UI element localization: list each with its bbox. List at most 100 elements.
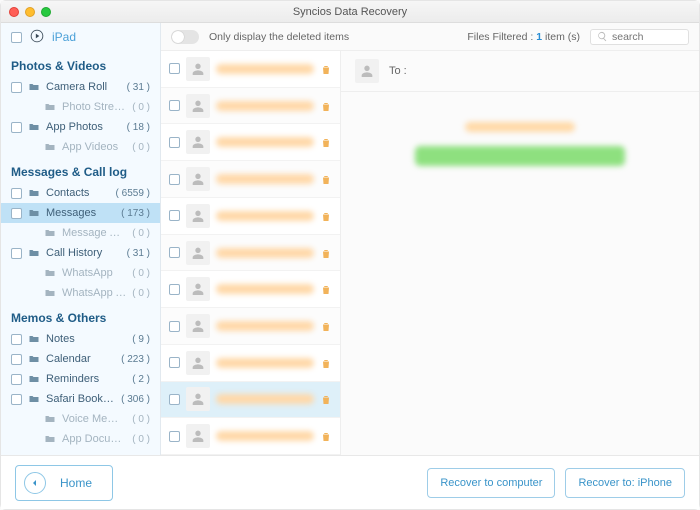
msg-checkbox[interactable] [169,137,180,148]
row-checkbox[interactable] [11,354,22,365]
message-list-item[interactable] [161,271,340,308]
filter-bar: Only display the deleted items Files Fil… [161,23,699,51]
avatar-icon [186,351,210,375]
sidebar-item[interactable]: App Document ( 0 ) [1,429,160,449]
sidebar-item[interactable]: Calendar ( 223 ) [1,349,160,369]
msg-checkbox[interactable] [169,394,180,405]
sidebar-item[interactable]: WhatsApp ( 0 ) [1,263,160,283]
msg-checkbox[interactable] [169,247,180,258]
msg-preview-redacted [216,211,314,221]
row-label: Camera Roll [46,81,121,93]
sidebar-item[interactable]: Notes ( 9 ) [1,329,160,349]
row-label: Message Attach... [62,227,126,239]
msg-checkbox[interactable] [169,174,180,185]
msg-checkbox[interactable] [169,100,180,111]
trash-icon [320,100,332,112]
row-count: ( 2 ) [132,374,150,385]
trash-icon [320,393,332,405]
search-box[interactable] [590,29,689,45]
sidebar-item[interactable]: Messages ( 173 ) [1,203,160,223]
sidebar-item[interactable]: Message Attach... ( 0 ) [1,223,160,243]
msg-checkbox[interactable] [169,321,180,332]
row-icon [44,267,56,279]
row-checkbox[interactable] [11,208,22,219]
home-button[interactable]: Home [15,465,113,501]
section-header: Messages & Call log [1,157,160,183]
message-list [161,51,341,455]
message-list-item[interactable] [161,88,340,125]
avatar-icon [186,204,210,228]
message-list-item[interactable] [161,418,340,455]
row-count: ( 9 ) [132,334,150,345]
trash-icon [320,430,332,442]
msg-checkbox[interactable] [169,284,180,295]
row-count: ( 0 ) [132,142,150,153]
row-icon [28,393,40,405]
deleted-only-toggle[interactable] [171,30,199,44]
sidebar-item[interactable]: App Photos ( 18 ) [1,117,160,137]
sidebar-item[interactable]: Call History ( 31 ) [1,243,160,263]
row-label: App Photos [46,121,121,133]
trash-icon [320,283,332,295]
row-count: ( 0 ) [132,434,150,445]
row-label: Reminders [46,373,126,385]
msg-preview-redacted [216,394,314,404]
footer: Home Recover to computer Recover to: iPh… [1,455,699,509]
msg-preview-redacted [216,137,314,147]
avatar-icon [186,167,210,191]
sidebar-item[interactable]: WhatsApp Attac... ( 0 ) [1,283,160,303]
device-row[interactable]: iPad [1,23,160,51]
sidebar-item[interactable]: Reminders ( 2 ) [1,369,160,389]
row-icon [44,413,56,425]
search-input[interactable] [612,31,682,43]
device-icon [30,29,44,46]
message-list-item[interactable] [161,382,340,419]
message-list-item[interactable] [161,161,340,198]
message-list-item[interactable] [161,51,340,88]
row-icon [28,187,40,199]
avatar-icon [186,424,210,448]
message-list-item[interactable] [161,345,340,382]
message-list-item[interactable] [161,235,340,272]
row-checkbox[interactable] [11,334,22,345]
row-checkbox[interactable] [11,82,22,93]
row-checkbox[interactable] [11,394,22,405]
message-list-item[interactable] [161,308,340,345]
recover-to-iphone-button[interactable]: Recover to: iPhone [565,468,685,498]
msg-checkbox[interactable] [169,431,180,442]
msg-checkbox[interactable] [169,357,180,368]
avatar-icon [186,241,210,265]
sidebar-item[interactable]: Camera Roll ( 31 ) [1,77,160,97]
msg-checkbox[interactable] [169,210,180,221]
message-bubble-redacted [415,146,625,166]
row-checkbox[interactable] [11,188,22,199]
message-list-item[interactable] [161,198,340,235]
device-checkbox[interactable] [11,32,22,43]
row-label: WhatsApp Attac... [62,287,126,299]
trash-icon [320,136,332,148]
row-checkbox[interactable] [11,374,22,385]
row-checkbox[interactable] [11,248,22,259]
row-icon [44,227,56,239]
avatar-icon [186,130,210,154]
msg-checkbox[interactable] [169,63,180,74]
section-header: Photos & Videos [1,51,160,77]
search-icon [597,31,608,42]
row-icon [44,141,56,153]
msg-preview-redacted [216,284,314,294]
row-count: ( 0 ) [132,102,150,113]
sidebar-item[interactable]: Photo Stream ( 0 ) [1,97,160,117]
titlebar: Syncios Data Recovery [1,1,699,23]
recover-to-computer-button[interactable]: Recover to computer [427,468,555,498]
sidebar-item[interactable]: Contacts ( 6559 ) [1,183,160,203]
message-list-item[interactable] [161,124,340,161]
sidebar-item[interactable]: App Videos ( 0 ) [1,137,160,157]
trash-icon [320,173,332,185]
row-checkbox[interactable] [11,122,22,133]
row-count: ( 6559 ) [116,188,150,199]
sidebar-item[interactable]: Voice Memos ( 0 ) [1,409,160,429]
files-filtered-label: Files Filtered : 1 item (s) [467,31,580,43]
row-label: App Document [62,433,126,445]
window-title: Syncios Data Recovery [1,6,699,18]
sidebar-item[interactable]: Safari Bookmark ( 306 ) [1,389,160,409]
